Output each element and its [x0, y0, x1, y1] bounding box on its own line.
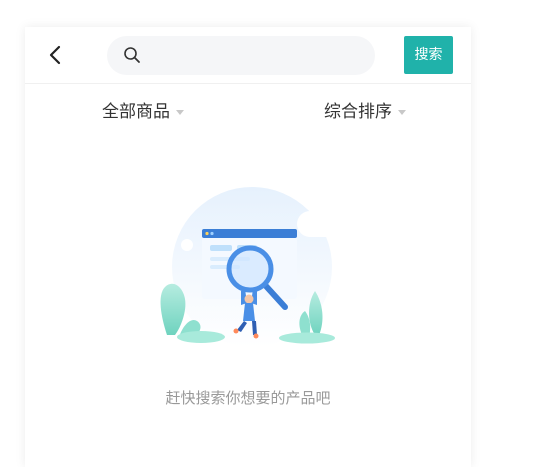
- filter-all-goods[interactable]: 全部商品: [102, 99, 184, 125]
- filter-all-goods-label: 全部商品: [102, 102, 170, 122]
- chevron-left-icon: [49, 45, 61, 65]
- empty-state-message: 赶快搜索你想要的产品吧: [165, 389, 331, 407]
- caret-down-icon: [176, 109, 184, 115]
- top-bar: 搜索: [25, 27, 471, 84]
- filter-sort[interactable]: 综合排序: [324, 99, 406, 125]
- search-page: 搜索 全部商品 综合排序 赶快搜索你想要的产品吧: [25, 27, 471, 467]
- search-button[interactable]: 搜索: [404, 36, 453, 74]
- back-button[interactable]: [47, 43, 67, 67]
- search-input[interactable]: [149, 36, 363, 77]
- empty-search-illustration: [160, 187, 335, 347]
- search-icon: [124, 47, 140, 63]
- caret-down-icon: [398, 109, 406, 115]
- search-box[interactable]: [107, 36, 375, 77]
- filter-sort-label: 综合排序: [324, 102, 392, 122]
